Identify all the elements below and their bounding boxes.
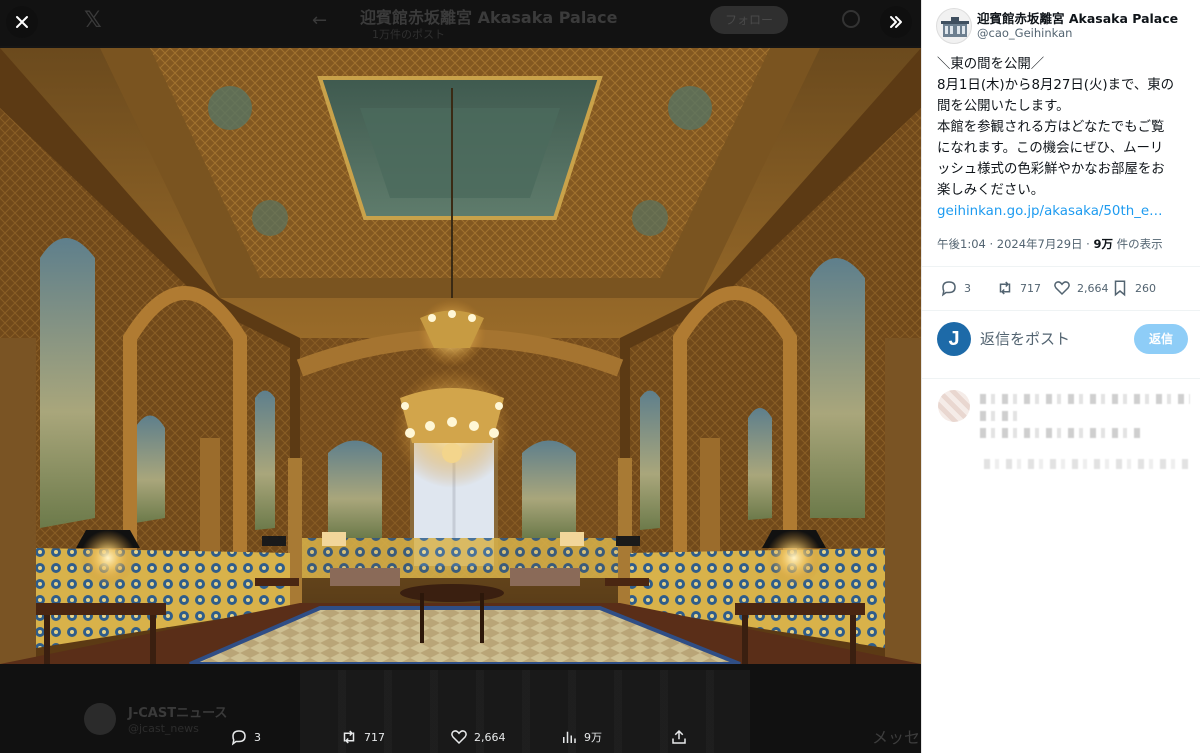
panel-reply-button[interactable]: 3 [940, 279, 971, 297]
double-chevron-right-icon [890, 16, 902, 28]
close-button[interactable] [6, 6, 38, 38]
post-line: 本館を参観される方はどなたでもご覧 [937, 120, 1165, 135]
reply-action[interactable]: 3 [230, 726, 261, 748]
post-line: ＼東の間を公開／ [937, 57, 1045, 72]
collapse-panel-button[interactable] [880, 6, 912, 38]
repost-count: 717 [364, 730, 385, 744]
redacted-reply-actions [984, 459, 1189, 469]
post-views-label: 件の表示 [1113, 237, 1163, 251]
reply-icon [941, 281, 956, 297]
redacted-reply-avatar [938, 390, 970, 422]
media-action-bar: 3 717 2,664 9万 [0, 720, 921, 753]
back-arrow-icon: ← [312, 10, 328, 31]
post-detail-panel: 迎賓館赤坂離宮 Akasaka Palace @cao_Geihinkan ＼東… [921, 0, 1200, 753]
panel-bookmark-count: 260 [1135, 281, 1156, 295]
reply-submit-button[interactable]: 返信 [1134, 324, 1188, 354]
views-count: 9万 [584, 731, 602, 744]
current-user-avatar: J [937, 322, 971, 356]
share-action[interactable] [670, 726, 688, 748]
repost-icon [999, 281, 1011, 295]
like-action[interactable]: 2,664 [450, 726, 506, 748]
reply-count: 3 [254, 730, 261, 744]
post-meta: 午後1:04 · 2024年7月29日 · 9万 件の表示 [937, 236, 1163, 252]
post-line: ッシュ様式の色彩鮮やかなお部屋をお [937, 162, 1165, 177]
account-handle[interactable]: @cao_Geihinkan [977, 26, 1072, 40]
divider [922, 378, 1200, 379]
redacted-reply-text [980, 394, 1190, 404]
like-count: 2,664 [474, 730, 506, 744]
background-search-icon [842, 10, 860, 28]
post-views-count: 9万 [1093, 237, 1113, 251]
views-action[interactable]: 9万 [560, 726, 602, 748]
palace-hall-image [0, 48, 921, 664]
post-line: 楽しみください。 [937, 183, 1045, 198]
background-profile-title: 迎賓館赤坂離宮 Akasaka Palace [360, 8, 618, 27]
reply-icon [231, 730, 246, 746]
post-link[interactable]: geihinkan.go.jp/akasaka/50th_e… [937, 201, 1195, 222]
reply-input[interactable]: 返信をポスト [980, 328, 1070, 349]
media-viewer: 𝕏 ← 迎賓館赤坂離宮 Akasaka Palace 1万件のポスト フォロー … [0, 0, 921, 753]
media-photo[interactable] [0, 48, 921, 664]
post-line: 間を公開いたします。 [937, 99, 1070, 114]
redacted-reply-text [980, 428, 1140, 438]
panel-reply-count: 3 [964, 281, 971, 295]
post-line: になれます。この機会にぜひ、ムーリ [937, 141, 1164, 156]
redacted-reply-text [980, 411, 1020, 421]
post-text: ＼東の間を公開／ 8月1日(木)から8月27日(火)まで、東の 間を公開いたしま… [937, 54, 1195, 222]
account-avatar[interactable] [936, 8, 972, 44]
post-line: 8月1日(木)から8月27日(火)まで、東の [937, 78, 1175, 93]
post-timestamp[interactable]: 午後1:04 · 2024年7月29日 · [937, 237, 1093, 251]
bookmark-icon [1114, 280, 1126, 297]
repost-action[interactable]: 717 [340, 726, 385, 748]
panel-repost-count: 717 [1020, 281, 1041, 295]
panel-repost-button[interactable]: 717 [996, 279, 1041, 297]
background-profile-subtitle: 1万件のポスト [372, 28, 445, 41]
panel-like-count: 2,664 [1077, 281, 1109, 295]
divider [922, 266, 1200, 267]
divider [922, 310, 1200, 311]
x-logo-icon: 𝕏 [84, 8, 102, 33]
background-follow-button: フォロー [710, 6, 788, 34]
heart-icon [1054, 281, 1070, 296]
palace-logo-icon [941, 17, 969, 37]
panel-like-button[interactable]: 2,664 [1053, 279, 1109, 297]
close-icon [16, 16, 28, 28]
panel-bookmark-button[interactable]: 260 [1111, 279, 1156, 297]
views-chart-icon [563, 731, 576, 743]
account-name[interactable]: 迎賓館赤坂離宮 Akasaka Palace [977, 8, 1178, 27]
heart-icon [451, 730, 467, 745]
share-icon [672, 729, 686, 744]
repost-icon [343, 730, 355, 744]
background-account-name: J-CASTニュース [128, 706, 228, 721]
